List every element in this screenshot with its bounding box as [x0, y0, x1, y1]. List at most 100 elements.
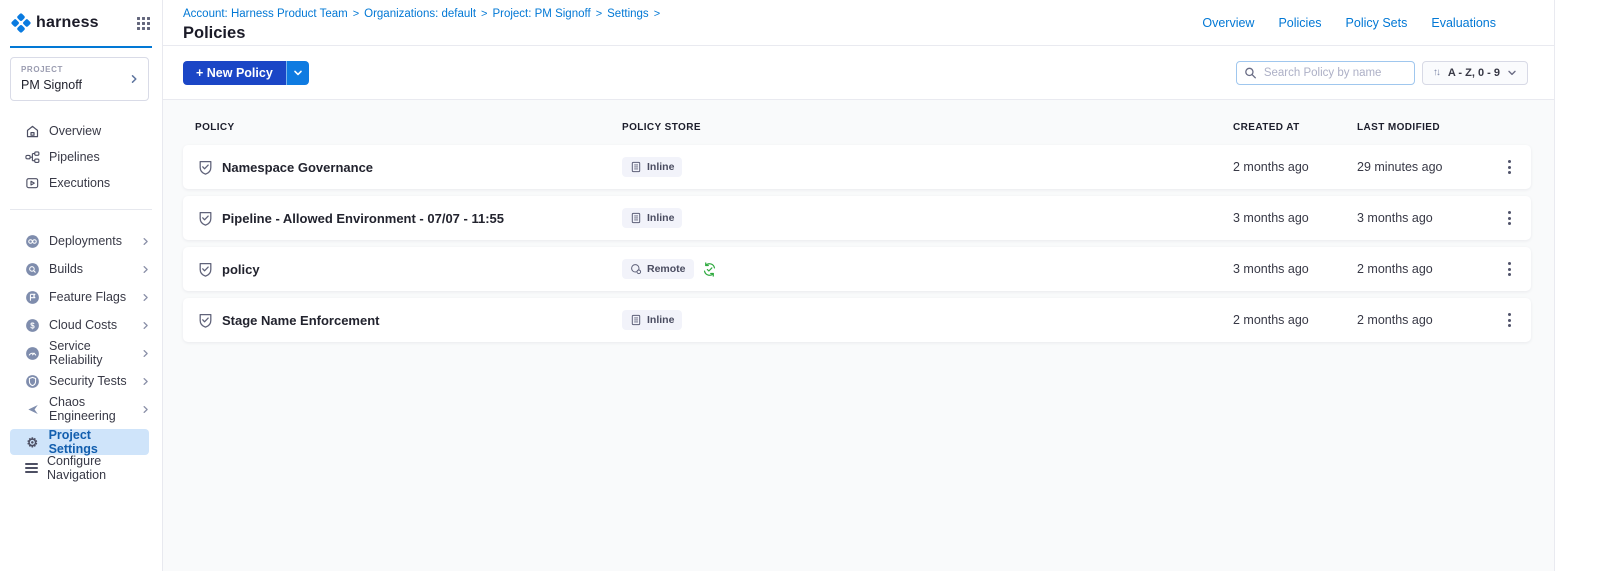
store-badge: Inline — [622, 208, 682, 228]
breadcrumb-separator: > — [353, 8, 359, 20]
breadcrumb: Account: Harness Product Team > Organizati… — [183, 8, 665, 20]
store-label: Inline — [647, 314, 674, 326]
chevron-right-icon — [141, 405, 150, 414]
new-policy-button[interactable]: + New Policy — [183, 61, 286, 85]
chevron-right-icon — [141, 321, 150, 330]
sidebar-item-label: Project Settings — [49, 428, 141, 456]
chevron-right-icon — [141, 349, 150, 358]
breadcrumb-project[interactable]: Project: PM Signoff — [492, 8, 590, 20]
policy-name: Namespace Governance — [222, 160, 373, 175]
store-badge: Inline — [622, 157, 682, 177]
hamburger-icon — [25, 463, 38, 473]
app-grid-icon[interactable] — [137, 17, 150, 30]
last-modified: 3 months ago — [1357, 211, 1487, 225]
sidebar-item-configure-navigation[interactable]: Configure Navigation — [10, 455, 149, 481]
pipelines-icon — [25, 150, 40, 165]
home-icon — [25, 124, 40, 139]
tab-overview[interactable]: Overview — [1202, 16, 1254, 30]
policy-name: Pipeline - Allowed Environment - 07/07 -… — [222, 211, 504, 226]
security-tests-icon — [25, 374, 40, 389]
table-header: POLICY POLICY STORE CREATED AT LAST MODI… — [183, 122, 1531, 133]
policies-table: POLICY POLICY STORE CREATED AT LAST MODI… — [163, 122, 1554, 342]
gear-icon: ⚙ — [25, 436, 40, 449]
store-badge: Remote — [622, 259, 694, 279]
store-badge: Inline — [622, 310, 682, 330]
new-policy-dropdown-button[interactable] — [286, 61, 309, 85]
sidebar-item-label: Overview — [49, 124, 101, 138]
column-policy: POLICY — [195, 122, 622, 133]
sidebar-item-label: Builds — [49, 262, 83, 276]
toolbar: + New Policy ↑↓ A - Z, 0 - 9 — [163, 46, 1554, 100]
sidebar-nav: Overview Pipelines Executions — [0, 118, 162, 196]
sidebar: harness PROJECT PM Signoff Overview Pipe… — [0, 0, 163, 571]
new-policy-split-button: + New Policy — [183, 61, 309, 85]
created-at: 2 months ago — [1233, 160, 1357, 174]
sidebar-item-executions[interactable]: Executions — [0, 170, 162, 196]
store-label: Inline — [647, 212, 674, 224]
chaos-engineering-icon — [25, 402, 40, 417]
sidebar-item-service-reliability[interactable]: Service Reliability — [0, 339, 162, 367]
tab-evaluations[interactable]: Evaluations — [1431, 16, 1496, 30]
table-row[interactable]: Stage Name Enforcement Inline 2 months a… — [183, 298, 1531, 342]
breadcrumb-organization[interactable]: Organizations: default — [364, 8, 476, 20]
search-input[interactable] — [1236, 61, 1415, 85]
sidebar-item-label: Security Tests — [49, 374, 127, 388]
sidebar-item-overview[interactable]: Overview — [0, 118, 162, 144]
created-at: 3 months ago — [1233, 262, 1357, 276]
policy-name: Stage Name Enforcement — [222, 313, 380, 328]
shield-check-icon — [197, 210, 214, 227]
table-row[interactable]: Namespace Governance Inline 2 months ago… — [183, 145, 1531, 189]
inline-store-icon — [630, 314, 642, 326]
sort-label: A - Z, 0 - 9 — [1448, 67, 1500, 79]
service-reliability-icon — [25, 346, 40, 361]
sidebar-item-label: Feature Flags — [49, 290, 126, 304]
sort-dropdown[interactable]: ↑↓ A - Z, 0 - 9 — [1422, 61, 1528, 85]
store-label: Remote — [647, 263, 686, 275]
sort-icon: ↑↓ — [1433, 67, 1439, 78]
breadcrumb-separator: > — [596, 8, 602, 20]
chevron-right-icon — [141, 265, 150, 274]
shield-check-icon — [197, 159, 214, 176]
harness-logo[interactable]: harness — [11, 13, 99, 33]
sidebar-item-builds[interactable]: Builds — [0, 255, 162, 283]
sidebar-item-chaos-engineering[interactable]: Chaos Engineering — [0, 395, 162, 423]
breadcrumb-separator: > — [654, 8, 660, 20]
created-at: 3 months ago — [1233, 211, 1357, 225]
sidebar-item-pipelines[interactable]: Pipelines — [0, 144, 162, 170]
harness-logo-icon — [11, 13, 31, 33]
column-last-modified: LAST MODIFIED — [1357, 122, 1487, 133]
sidebar-item-feature-flags[interactable]: Feature Flags — [0, 283, 162, 311]
brand-divider — [10, 46, 152, 48]
right-margin-strip — [1554, 0, 1600, 571]
inline-store-icon — [630, 161, 642, 173]
sidebar-header: harness — [0, 0, 162, 46]
sidebar-item-project-settings[interactable]: ⚙ Project Settings — [10, 429, 149, 455]
chevron-down-icon — [1507, 68, 1517, 78]
row-menu-button[interactable] — [1487, 155, 1531, 179]
page-header: Account: Harness Product Team > Organizati… — [163, 0, 1554, 46]
table-row[interactable]: Pipeline - Allowed Environment - 07/07 -… — [183, 196, 1531, 240]
project-name: PM Signoff — [21, 78, 138, 92]
store-label: Inline — [647, 161, 674, 173]
project-selector[interactable]: PROJECT PM Signoff — [10, 57, 149, 101]
shield-check-icon — [197, 261, 214, 278]
created-at: 2 months ago — [1233, 313, 1357, 327]
row-menu-button[interactable] — [1487, 308, 1531, 332]
tab-policy-sets[interactable]: Policy Sets — [1346, 16, 1408, 30]
breadcrumb-settings[interactable]: Settings — [607, 8, 649, 20]
page-title: Policies — [183, 24, 665, 43]
sidebar-item-deployments[interactable]: Deployments — [0, 227, 162, 255]
table-row[interactable]: policy Remote 3 months ago 2 months ago — [183, 247, 1531, 291]
breadcrumb-separator: > — [481, 8, 487, 20]
breadcrumb-account[interactable]: Account: Harness Product Team — [183, 8, 348, 20]
builds-icon — [25, 262, 40, 277]
executions-icon — [25, 176, 40, 191]
tab-policies[interactable]: Policies — [1278, 16, 1321, 30]
row-menu-button[interactable] — [1487, 257, 1531, 281]
cloud-costs-icon: $ — [25, 318, 40, 333]
sidebar-item-security-tests[interactable]: Security Tests — [0, 367, 162, 395]
sidebar-item-label: Executions — [49, 176, 110, 190]
sidebar-item-cloud-costs[interactable]: $ Cloud Costs — [0, 311, 162, 339]
row-menu-button[interactable] — [1487, 206, 1531, 230]
sidebar-item-label: Cloud Costs — [49, 318, 117, 332]
